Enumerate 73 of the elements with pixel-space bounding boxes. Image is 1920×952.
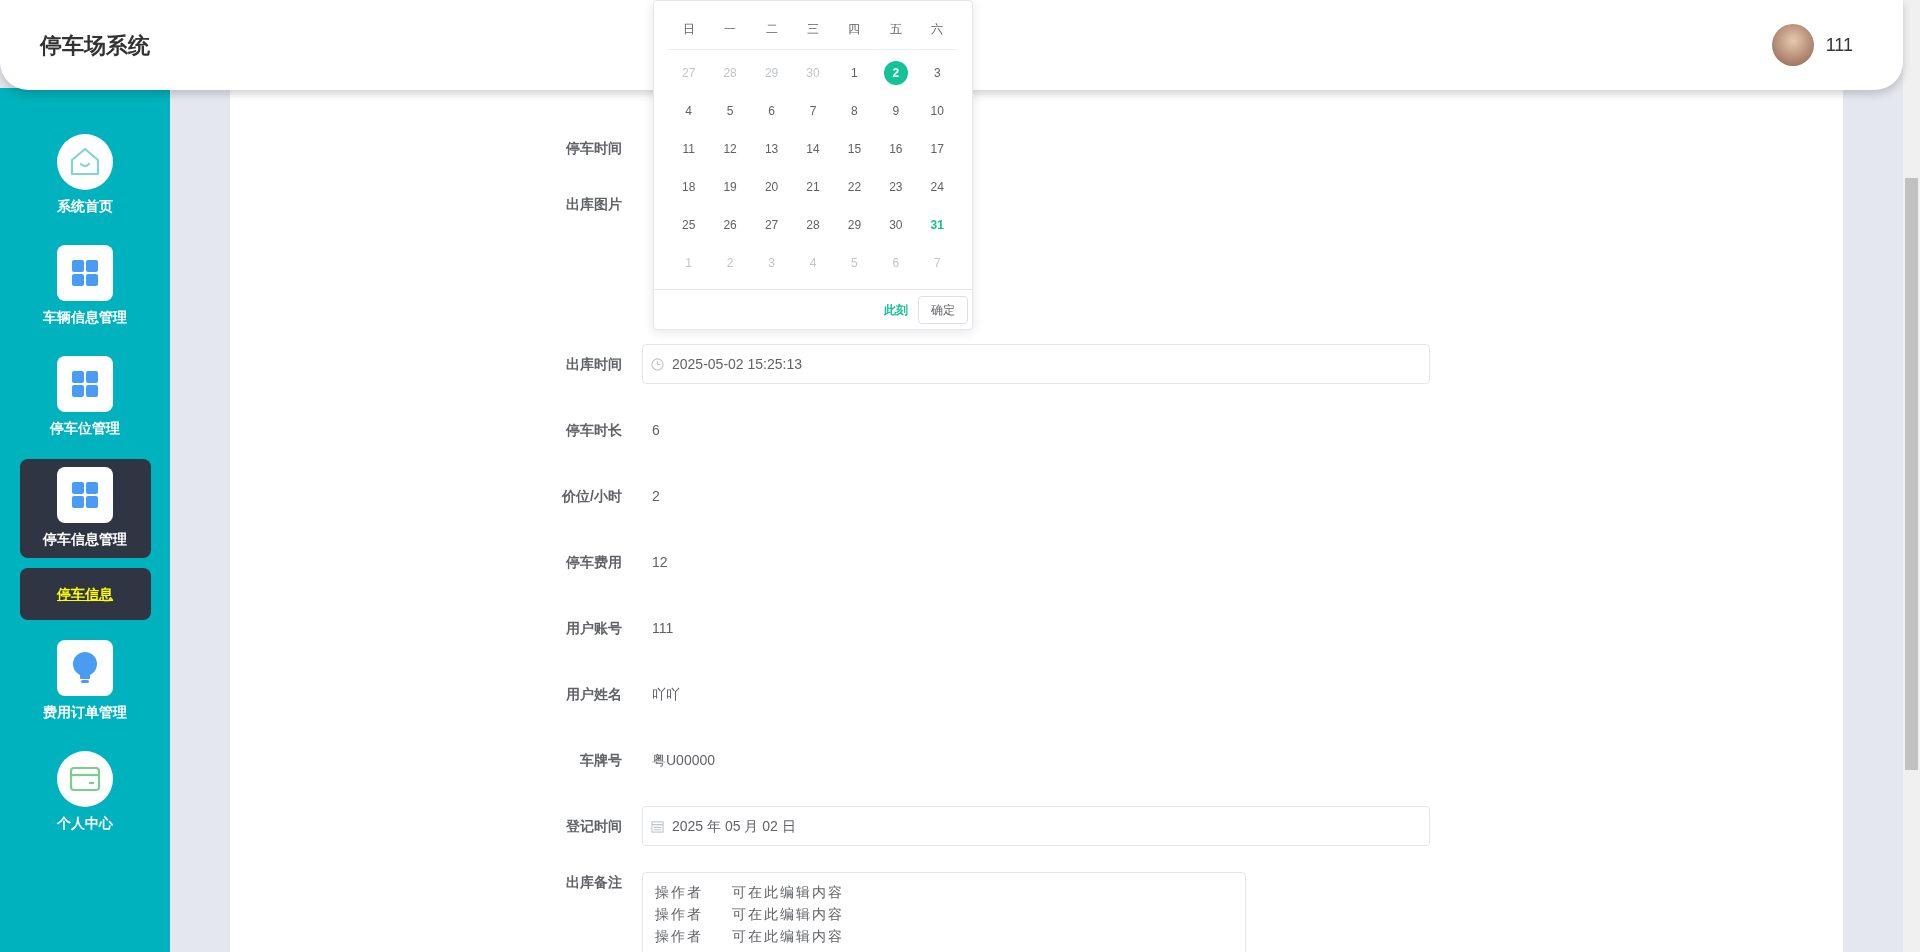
calendar-day[interactable]: 10	[925, 99, 950, 123]
field-value: 吖吖	[651, 684, 681, 704]
calendar-day[interactable]: 9	[883, 99, 908, 123]
field-label: 价位/小时	[562, 487, 622, 504]
field-label: 出库备注	[566, 874, 622, 890]
calendar-day[interactable]: 3	[925, 61, 950, 85]
calendar-day[interactable]: 26	[718, 213, 743, 237]
wallet-icon	[57, 751, 113, 807]
field-label: 用户账号	[566, 619, 622, 636]
grid-icon	[57, 467, 113, 523]
calendar-day[interactable]: 22	[842, 175, 867, 199]
calendar-day[interactable]: 8	[842, 99, 867, 123]
field-value: 6	[651, 420, 661, 440]
home-icon	[57, 134, 113, 190]
calendar-day[interactable]: 11	[676, 137, 701, 161]
field-label: 出库时间	[566, 355, 622, 372]
calendar-day[interactable]: 21	[801, 175, 825, 199]
calendar-day[interactable]: 12	[718, 137, 743, 161]
calendar-day[interactable]: 14	[801, 137, 825, 161]
remark-line: 操作者 可在此编辑内容	[655, 883, 845, 902]
lightbulb-icon	[57, 640, 113, 696]
field-value: 12	[651, 552, 669, 572]
calendar-day[interactable]: 28	[801, 213, 825, 237]
weekday-label: 四	[848, 22, 861, 36]
calendar-icon	[651, 819, 664, 833]
grid-icon	[57, 356, 113, 412]
field-label: 车牌号	[580, 751, 622, 768]
calendar-day[interactable]: 17	[925, 137, 950, 161]
calendar-day[interactable]: 25	[676, 213, 701, 237]
remark-line: 操作者 可在此编辑内容	[655, 927, 845, 946]
user-name[interactable]: 111	[1825, 31, 1853, 59]
avatar[interactable]	[1771, 24, 1814, 66]
calendar-day[interactable]: 15	[842, 137, 867, 161]
field-label: 登记时间	[566, 817, 622, 834]
calendar-day[interactable]: 23	[883, 175, 908, 199]
confirm-button[interactable]: 确定	[918, 295, 968, 324]
weekday-label: 一	[724, 22, 737, 36]
calendar-day[interactable]: 30	[883, 213, 908, 237]
field-label: 出库图片	[566, 196, 622, 212]
field-label: 停车时间	[566, 140, 622, 156]
field-value: 粤U00000	[651, 750, 717, 770]
sidebar-item[interactable]: 停车信息管理	[19, 459, 151, 558]
app-title: 停车场系统	[40, 31, 150, 60]
remark-line: 操作者 可在此编辑内容	[655, 905, 845, 924]
weekday-label: 三	[807, 22, 819, 36]
weekday-label: 二	[765, 22, 778, 36]
date-field[interactable]: 2025-05-02 15:25:13	[642, 344, 1430, 384]
weekday-label: 日	[682, 22, 695, 36]
calendar-day[interactable]: 20	[759, 175, 784, 199]
date-field[interactable]: 2025 年 05 月 02 日	[642, 806, 1430, 846]
calendar-day[interactable]: 6	[759, 99, 784, 123]
field-label: 用户姓名	[566, 685, 622, 702]
calendar-day[interactable]: 7	[801, 99, 825, 123]
field-label: 停车费用	[566, 553, 622, 570]
calendar-day[interactable]: 1	[842, 61, 867, 85]
field-value: 2	[651, 486, 661, 506]
clock-icon	[651, 357, 664, 371]
calendar-day[interactable]: 5	[718, 99, 743, 123]
weekday-label: 五	[889, 22, 902, 36]
calendar-day[interactable]: 24	[925, 175, 950, 199]
remark-field[interactable]: 操作者 可在此编辑内容 操作者 可在此编辑内容 操作者 可在此编辑内容	[642, 872, 1246, 952]
calendar-day[interactable]: 4	[676, 99, 701, 123]
field-value: 111	[651, 618, 675, 638]
grid-icon	[57, 245, 113, 301]
calendar-day[interactable]: 13	[759, 137, 784, 161]
submenu-item[interactable]: 停车信息	[19, 568, 151, 620]
calendar-day[interactable]: 19	[718, 175, 743, 199]
weekday-label: 六	[931, 22, 944, 36]
calendar-day[interactable]: 27	[759, 213, 784, 237]
calendar-day[interactable]: 16	[883, 137, 908, 161]
field-label: 停车时长	[566, 421, 622, 438]
calendar-day[interactable]: 18	[676, 175, 701, 199]
calendar-day[interactable]: 29	[842, 213, 867, 237]
